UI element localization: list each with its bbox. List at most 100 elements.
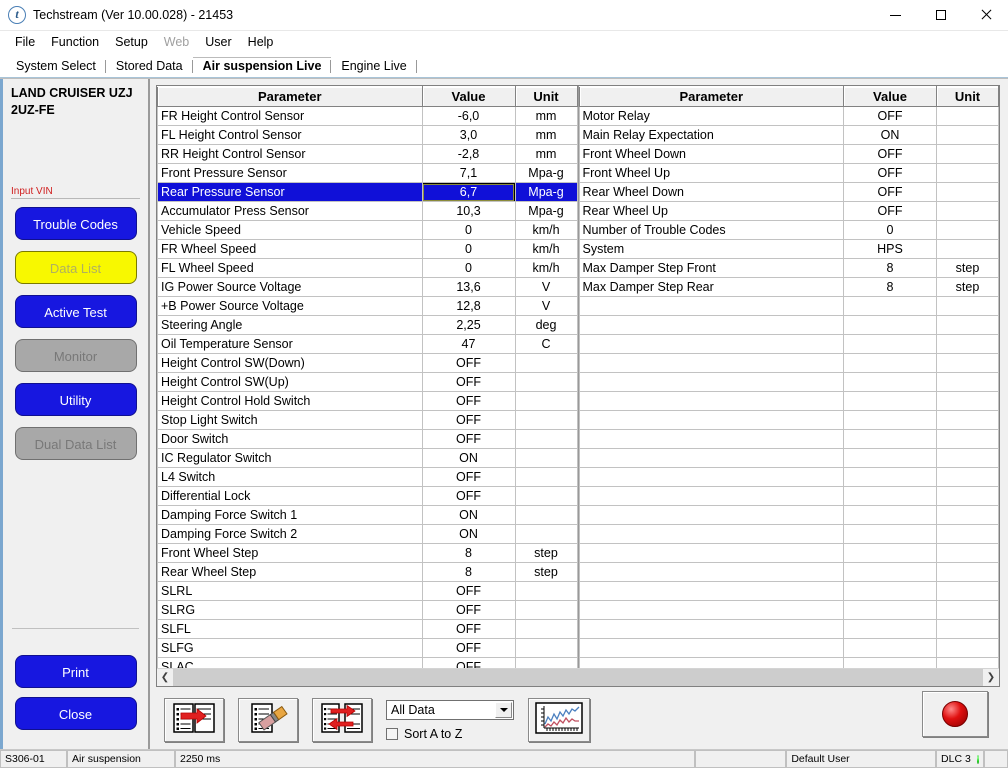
input-vin-field[interactable]: Input VIN bbox=[11, 186, 140, 207]
table-row[interactable]: Rear Wheel Down OFF bbox=[578, 182, 999, 202]
table-row[interactable]: Door Switch OFF bbox=[157, 429, 578, 449]
cell-parameter: Front Pressure Sensor bbox=[157, 163, 423, 183]
menu-item-setup[interactable]: Setup bbox=[107, 33, 156, 51]
data-filter-select[interactable]: All Data bbox=[386, 699, 514, 720]
close-session-button[interactable]: Close bbox=[14, 697, 137, 730]
table-row[interactable]: Rear Wheel Up OFF bbox=[578, 201, 999, 221]
table-row[interactable]: IG Power Source Voltage 13,6 V bbox=[157, 277, 578, 297]
table-row[interactable]: SLRG OFF bbox=[157, 600, 578, 620]
table-row[interactable] bbox=[578, 296, 999, 316]
cell-unit: Mpa-g bbox=[514, 182, 578, 202]
table-row[interactable]: Height Control SW(Down) OFF bbox=[157, 353, 578, 373]
table-row[interactable] bbox=[578, 410, 999, 430]
scrollbar-track[interactable] bbox=[173, 669, 983, 686]
table-row[interactable]: Front Wheel Down OFF bbox=[578, 144, 999, 164]
record-button[interactable] bbox=[922, 691, 988, 737]
erase-button[interactable] bbox=[238, 698, 298, 742]
table-row[interactable] bbox=[578, 334, 999, 354]
chevron-down-icon[interactable] bbox=[495, 701, 512, 718]
tab-system-select[interactable]: System Select bbox=[6, 57, 106, 77]
table-row[interactable] bbox=[578, 429, 999, 449]
tab-air-suspension-live[interactable]: Air suspension Live bbox=[192, 57, 332, 77]
table-row[interactable] bbox=[578, 391, 999, 411]
table-row[interactable]: FL Height Control Sensor 3,0 mm bbox=[157, 125, 578, 145]
cell-unit bbox=[514, 353, 578, 373]
table-row[interactable] bbox=[578, 372, 999, 392]
maximize-button[interactable] bbox=[918, 0, 963, 30]
table-row[interactable]: Main Relay Expectation ON bbox=[578, 125, 999, 145]
sidebar-button-active-test[interactable]: Active Test bbox=[14, 295, 137, 328]
menu-item-function[interactable]: Function bbox=[43, 33, 107, 51]
table-row[interactable] bbox=[578, 638, 999, 658]
chevron-left-icon[interactable]: ❮ bbox=[157, 669, 173, 686]
techstream-logo-icon: t bbox=[8, 6, 26, 24]
table-row[interactable] bbox=[578, 524, 999, 544]
table-row[interactable]: Oil Temperature Sensor 47 C bbox=[157, 334, 578, 354]
save-snapshot-button[interactable] bbox=[164, 698, 224, 742]
menu-item-file[interactable]: File bbox=[7, 33, 43, 51]
table-row[interactable]: Max Damper Step Rear 8 step bbox=[578, 277, 999, 297]
table-row[interactable] bbox=[578, 467, 999, 487]
table-row[interactable] bbox=[578, 619, 999, 639]
table-row[interactable] bbox=[578, 543, 999, 563]
horizontal-scrollbar[interactable]: ❮ ❯ bbox=[157, 668, 999, 686]
sidebar-button-trouble-codes[interactable]: Trouble Codes bbox=[14, 207, 137, 240]
graph-icon bbox=[535, 701, 583, 739]
table-row[interactable]: FR Height Control Sensor -6,0 mm bbox=[157, 106, 578, 126]
chevron-right-icon[interactable]: ❯ bbox=[983, 669, 999, 686]
table-row[interactable] bbox=[578, 562, 999, 582]
table-row[interactable]: System HPS bbox=[578, 239, 999, 259]
sidebar-button-utility[interactable]: Utility bbox=[14, 383, 137, 416]
table-row[interactable]: Steering Angle 2,25 deg bbox=[157, 315, 578, 335]
table-row[interactable] bbox=[578, 353, 999, 373]
table-row[interactable]: Damping Force Switch 1 ON bbox=[157, 505, 578, 525]
table-row[interactable]: Vehicle Speed 0 km/h bbox=[157, 220, 578, 240]
table-row[interactable]: Stop Light Switch OFF bbox=[157, 410, 578, 430]
sidebar-button-data-list[interactable]: Data List bbox=[14, 251, 137, 284]
table-row[interactable]: FL Wheel Speed 0 km/h bbox=[157, 258, 578, 278]
table-row[interactable]: L4 Switch OFF bbox=[157, 467, 578, 487]
table-row[interactable]: SLRL OFF bbox=[157, 581, 578, 601]
tab-stored-data[interactable]: Stored Data bbox=[106, 57, 193, 77]
sidebar-button-dual-data-list: Dual Data List bbox=[14, 427, 137, 460]
cell-unit bbox=[936, 638, 999, 658]
table-row[interactable]: Height Control SW(Up) OFF bbox=[157, 372, 578, 392]
table-row[interactable] bbox=[578, 315, 999, 335]
table-row[interactable]: Differential Lock OFF bbox=[157, 486, 578, 506]
print-button[interactable]: Print bbox=[14, 655, 137, 688]
table-row[interactable]: RR Height Control Sensor -2,8 mm bbox=[157, 144, 578, 164]
table-row[interactable]: Front Pressure Sensor 7,1 Mpa-g bbox=[157, 163, 578, 183]
table-row[interactable]: Max Damper Step Front 8 step bbox=[578, 258, 999, 278]
table-row[interactable]: Height Control Hold Switch OFF bbox=[157, 391, 578, 411]
table-row[interactable] bbox=[578, 448, 999, 468]
table-row[interactable]: Number of Trouble Codes 0 bbox=[578, 220, 999, 240]
table-row[interactable]: Front Wheel Up OFF bbox=[578, 163, 999, 183]
table-row[interactable] bbox=[578, 600, 999, 620]
table-row[interactable]: Front Wheel Step 8 step bbox=[157, 543, 578, 563]
table-row[interactable]: Accumulator Press Sensor 10,3 Mpa-g bbox=[157, 201, 578, 221]
table-row[interactable]: SLFG OFF bbox=[157, 638, 578, 658]
menu-item-help[interactable]: Help bbox=[240, 33, 282, 51]
table-row[interactable]: Rear Wheel Step 8 step bbox=[157, 562, 578, 582]
menu-item-user[interactable]: User bbox=[197, 33, 239, 51]
graph-button[interactable] bbox=[528, 698, 590, 742]
sort-a-to-z-checkbox[interactable]: Sort A to Z bbox=[386, 727, 514, 741]
swap-data-button[interactable] bbox=[312, 698, 372, 742]
minimize-button[interactable] bbox=[873, 0, 918, 30]
table-row[interactable]: Rear Pressure Sensor 6,7 Mpa-g bbox=[157, 182, 578, 202]
table-row[interactable]: IC Regulator Switch ON bbox=[157, 448, 578, 468]
table-row[interactable] bbox=[578, 486, 999, 506]
scrollbar-thumb[interactable] bbox=[173, 669, 983, 686]
table-row[interactable] bbox=[578, 581, 999, 601]
table-row[interactable]: Motor Relay OFF bbox=[578, 106, 999, 126]
tab-engine-live[interactable]: Engine Live bbox=[331, 57, 418, 77]
cell-unit bbox=[514, 391, 578, 411]
table-row[interactable]: SLFL OFF bbox=[157, 619, 578, 639]
sort-a-to-z-label: Sort A to Z bbox=[404, 726, 463, 741]
close-button[interactable] bbox=[963, 0, 1008, 30]
table-row[interactable]: +B Power Source Voltage 12,8 V bbox=[157, 296, 578, 316]
table-row[interactable] bbox=[578, 505, 999, 525]
table-row[interactable]: Damping Force Switch 2 ON bbox=[157, 524, 578, 544]
table-row[interactable]: FR Wheel Speed 0 km/h bbox=[157, 239, 578, 259]
main-pane: Parameter Value Unit FR Height Control S… bbox=[150, 79, 1008, 749]
